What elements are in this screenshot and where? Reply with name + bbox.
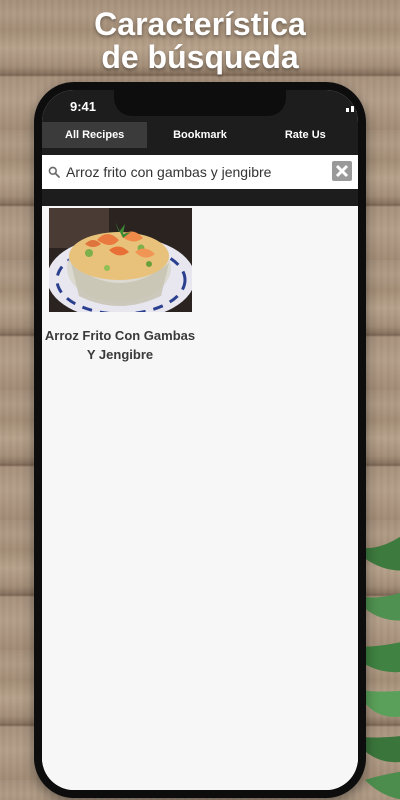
fried-rice-shrimp-photo: [49, 208, 192, 312]
search-results: Arroz Frito Con Gambas Y Jengibre: [42, 206, 358, 790]
status-time: 9:41: [70, 99, 97, 114]
promo-title-line-1: Característica: [94, 6, 306, 42]
cellular-signal-icon: [346, 103, 358, 112]
tab-all-recipes[interactable]: All Recipes: [42, 122, 148, 148]
promo-title-line-2: de búsqueda: [101, 39, 299, 75]
recipe-image: [49, 208, 192, 312]
search-area: [42, 148, 358, 206]
search-input[interactable]: [66, 160, 326, 184]
clear-search-button[interactable]: [332, 161, 352, 181]
close-icon: [335, 164, 349, 178]
tab-rate-us[interactable]: Rate Us: [253, 122, 358, 148]
status-bar: 9:41: [42, 90, 358, 122]
search-bar: [42, 155, 358, 189]
search-icon: [48, 166, 60, 178]
tab-bookmark[interactable]: Bookmark: [147, 122, 252, 148]
phone-notch: [114, 90, 286, 116]
app-screen: 9:41 All Recipes Bookmark Rate Us Arroz …: [42, 90, 358, 790]
tab-bar: All Recipes Bookmark Rate Us: [42, 122, 358, 148]
promo-title: Característica de búsqueda: [0, 8, 400, 74]
recipe-title: Arroz Frito Con Gambas Y Jengibre: [44, 328, 196, 362]
